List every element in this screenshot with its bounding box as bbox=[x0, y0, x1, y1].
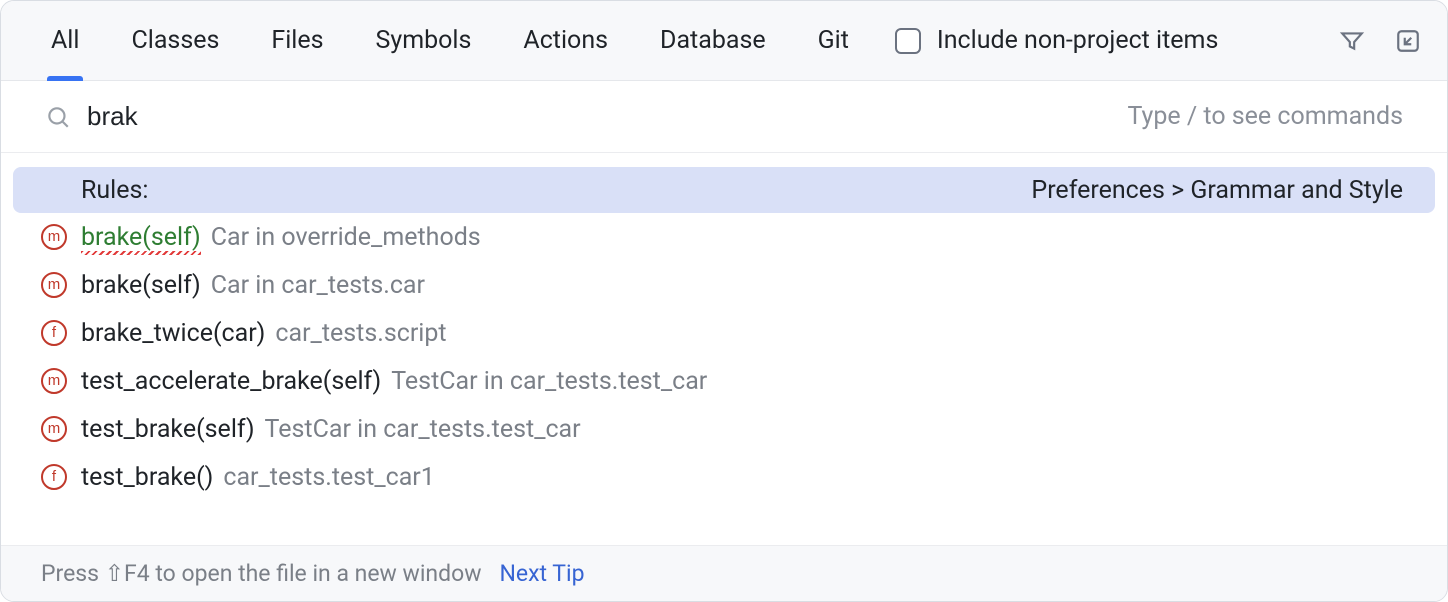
result-location: Car in override_methods bbox=[211, 223, 481, 252]
result-header-row[interactable]: Rules: Preferences > Grammar and Style bbox=[13, 167, 1435, 213]
include-nonproject-label: Include non-project items bbox=[937, 26, 1218, 55]
result-location: Car in car_tests.car bbox=[211, 271, 425, 300]
tab-files[interactable]: Files bbox=[245, 1, 349, 81]
method-icon: m bbox=[41, 272, 67, 298]
search-everywhere-window: All Classes Files Symbols Actions Databa… bbox=[0, 0, 1448, 602]
result-row[interactable]: f brake_twice(car) car_tests.script bbox=[1, 309, 1447, 357]
result-signature: test_accelerate_brake(self) bbox=[81, 367, 381, 396]
result-row[interactable]: m brake(self) Car in car_tests.car bbox=[1, 261, 1447, 309]
toolbar-right bbox=[1337, 26, 1423, 56]
tab-symbols[interactable]: Symbols bbox=[350, 1, 498, 81]
result-header-left: Rules: bbox=[81, 176, 148, 205]
result-signature: brake(self) bbox=[81, 223, 201, 252]
search-icon bbox=[45, 104, 71, 130]
result-header-right: Preferences > Grammar and Style bbox=[1031, 176, 1403, 205]
tab-bar: All Classes Files Symbols Actions Databa… bbox=[1, 1, 1447, 81]
result-row[interactable]: m test_brake(self) TestCar in car_tests.… bbox=[1, 405, 1447, 453]
search-hint: Type / to see commands bbox=[1108, 102, 1404, 131]
result-signature: test_brake(self) bbox=[81, 415, 255, 444]
open-in-tool-window-icon[interactable] bbox=[1393, 26, 1423, 56]
next-tip-link[interactable]: Next Tip bbox=[500, 560, 585, 587]
result-row[interactable]: m brake(self) Car in override_methods bbox=[1, 213, 1447, 261]
function-icon: f bbox=[41, 464, 67, 490]
result-location: car_tests.test_car1 bbox=[223, 463, 434, 492]
results-list: Rules: Preferences > Grammar and Style m… bbox=[1, 167, 1447, 545]
result-location: TestCar in car_tests.test_car bbox=[265, 415, 581, 444]
footer-hint: Press ⇧F4 to open the file in a new wind… bbox=[41, 560, 482, 587]
result-row[interactable]: m test_accelerate_brake(self) TestCar in… bbox=[1, 357, 1447, 405]
tab-database[interactable]: Database bbox=[634, 1, 792, 81]
method-icon: m bbox=[41, 368, 67, 394]
result-row[interactable]: f test_brake() car_tests.test_car1 bbox=[1, 453, 1447, 501]
function-icon: f bbox=[41, 320, 67, 346]
method-icon: m bbox=[41, 416, 67, 442]
tab-git[interactable]: Git bbox=[792, 1, 875, 81]
footer: Press ⇧F4 to open the file in a new wind… bbox=[1, 545, 1447, 601]
filter-icon[interactable] bbox=[1337, 26, 1367, 56]
checkbox-box bbox=[895, 28, 921, 54]
spacer bbox=[1, 153, 1447, 167]
result-signature: brake_twice(car) bbox=[81, 319, 265, 348]
result-location: car_tests.script bbox=[275, 319, 446, 348]
result-signature: test_brake() bbox=[81, 463, 213, 492]
method-icon: m bbox=[41, 224, 67, 250]
include-nonproject-checkbox[interactable]: Include non-project items bbox=[895, 26, 1218, 55]
tab-classes[interactable]: Classes bbox=[105, 1, 245, 81]
search-row: Type / to see commands bbox=[1, 81, 1447, 153]
tab-all[interactable]: All bbox=[25, 1, 105, 81]
search-input[interactable] bbox=[87, 101, 1108, 132]
tab-actions[interactable]: Actions bbox=[497, 1, 634, 81]
result-signature: brake(self) bbox=[81, 271, 201, 300]
result-location: TestCar in car_tests.test_car bbox=[391, 367, 707, 396]
